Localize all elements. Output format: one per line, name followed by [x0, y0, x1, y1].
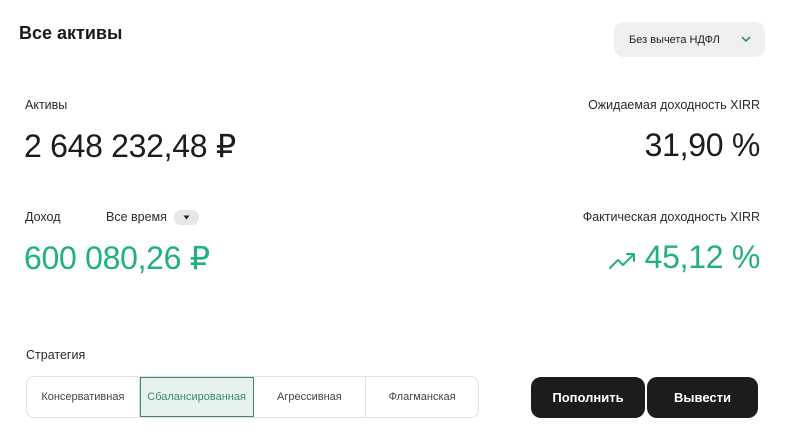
strategy-option-conservative[interactable]: Консервативная	[27, 377, 140, 417]
actual-xirr-label: Фактическая доходность XIRR	[582, 210, 760, 224]
expected-xirr-label: Ожидаемая доходность XIRR	[588, 98, 760, 112]
strategy-option-aggressive[interactable]: Агрессивная	[254, 377, 367, 417]
strategy-label: Стратегия	[26, 348, 86, 362]
deposit-button[interactable]: Пополнить	[531, 377, 645, 418]
strategy-option-balanced[interactable]: Сбалансированная	[139, 377, 254, 417]
expected-xirr-value: 31,90 %	[644, 127, 761, 163]
withdraw-button[interactable]: Вывести	[647, 377, 758, 418]
tax-mode-value: Без вычета НДФЛ	[629, 33, 720, 46]
assets-label: Активы	[25, 98, 68, 112]
page-title: Все активы	[19, 23, 123, 43]
trend-up-icon	[609, 253, 635, 269]
income-value: 600 080,26 ₽	[24, 240, 210, 276]
period-select-label[interactable]: Все время	[106, 210, 167, 224]
income-label: Доход	[25, 210, 61, 224]
actual-xirr-value: 45,12 %	[644, 239, 761, 275]
strategy-option-flagship[interactable]: Флагманская	[366, 377, 478, 417]
strategy-segmented-control: Консервативная Сбалансированная Агрессив…	[26, 376, 479, 418]
tax-mode-select[interactable]: Без вычета НДФЛ	[614, 22, 765, 57]
assets-card: Все активы Без вычета НДФЛ Активы 2 648 …	[0, 0, 788, 448]
chevron-down-icon	[741, 36, 751, 42]
assets-value: 2 648 232,48 ₽	[24, 128, 236, 164]
period-dropdown-button[interactable]	[174, 210, 199, 225]
caret-down-icon	[183, 215, 190, 220]
